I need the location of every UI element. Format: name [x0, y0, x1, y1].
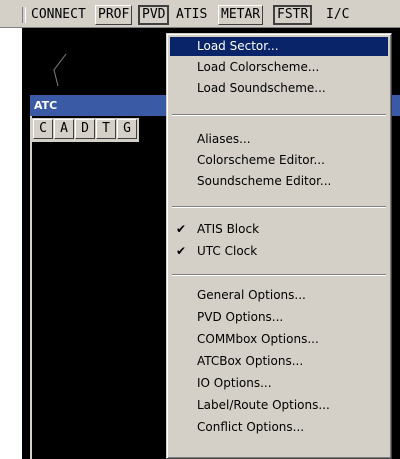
- menu-item-load-colorscheme[interactable]: Load Colorscheme...: [170, 58, 388, 77]
- menu-item-label: Colorscheme Editor...: [197, 153, 325, 167]
- prof-button[interactable]: PROF: [95, 5, 133, 25]
- atis-button[interactable]: ATIS: [173, 5, 210, 25]
- main-toolbar: CONNECT PROF PVD ATIS METAR FSTR I/C: [0, 0, 400, 28]
- toolbar-grip: [22, 7, 26, 23]
- menu-item-label: IO Options...: [197, 376, 272, 390]
- atc-column-d[interactable]: D: [75, 119, 95, 139]
- menu-item-soundscheme-editor[interactable]: Soundscheme Editor...: [170, 172, 388, 191]
- checkmark-icon: ✔: [176, 244, 187, 258]
- menu-item-label: UTC Clock: [197, 244, 258, 258]
- atc-column-a[interactable]: A: [54, 119, 74, 139]
- menu-separator: [172, 206, 386, 208]
- menu-item-commbox-options[interactable]: COMMbox Options...: [170, 330, 388, 349]
- radar-line-mark: [53, 53, 67, 87]
- menu-item-label: Load Sector...: [197, 39, 279, 53]
- menu-item-conflict-options[interactable]: Conflict Options...: [170, 418, 388, 437]
- menu-item-label: Aliases...: [197, 132, 251, 146]
- menu-item-label: Load Soundscheme...: [197, 81, 326, 95]
- menu-item-pvd-options[interactable]: PVD Options...: [170, 308, 388, 327]
- pvd-button[interactable]: PVD: [138, 5, 170, 25]
- menu-item-label: Conflict Options...: [197, 420, 305, 434]
- pvd-dropdown-menu: Load Sector... Load Colorscheme... Load …: [166, 33, 392, 459]
- menu-item-label: ATCBox Options...: [197, 354, 304, 368]
- menu-item-load-soundscheme[interactable]: Load Soundscheme...: [170, 79, 388, 98]
- atc-column-c[interactable]: C: [33, 119, 53, 139]
- atc-column-t[interactable]: T: [96, 119, 116, 139]
- menu-item-aliases[interactable]: Aliases...: [170, 130, 388, 149]
- menu-item-label: Load Colorscheme...: [197, 60, 320, 74]
- menu-item-label: PVD Options...: [197, 310, 284, 324]
- menu-item-colorscheme-editor[interactable]: Colorscheme Editor...: [170, 151, 388, 170]
- menu-item-io-options[interactable]: IO Options...: [170, 374, 388, 393]
- connect-button[interactable]: CONNECT: [28, 5, 89, 25]
- menu-item-atcbox-options[interactable]: ATCBox Options...: [170, 352, 388, 371]
- menu-item-load-sector[interactable]: Load Sector...: [170, 37, 388, 56]
- menu-item-label: Soundscheme Editor...: [197, 174, 332, 188]
- menu-item-label: Label/Route Options...: [197, 398, 330, 412]
- io-button[interactable]: I/C: [323, 5, 352, 25]
- menu-item-label: COMMbox Options...: [197, 332, 319, 346]
- atc-column-buttons: C A D T G: [32, 118, 139, 142]
- atc-column-g[interactable]: G: [117, 119, 137, 139]
- atc-window-title: ATC: [34, 99, 58, 112]
- menu-item-label: ATIS Block: [197, 222, 260, 236]
- menu-separator: [172, 114, 386, 116]
- fstr-button[interactable]: FSTR: [273, 5, 313, 25]
- menu-item-general-options[interactable]: General Options...: [170, 286, 388, 305]
- menu-item-utc-clock[interactable]: ✔ UTC Clock: [170, 242, 388, 261]
- menu-item-label-route-options[interactable]: Label/Route Options...: [170, 396, 388, 415]
- metar-button[interactable]: METAR: [218, 5, 264, 25]
- menu-separator: [172, 274, 386, 276]
- checkmark-icon: ✔: [176, 222, 187, 236]
- menu-item-label: General Options...: [197, 288, 306, 302]
- menu-item-atis-block[interactable]: ✔ ATIS Block: [170, 220, 388, 239]
